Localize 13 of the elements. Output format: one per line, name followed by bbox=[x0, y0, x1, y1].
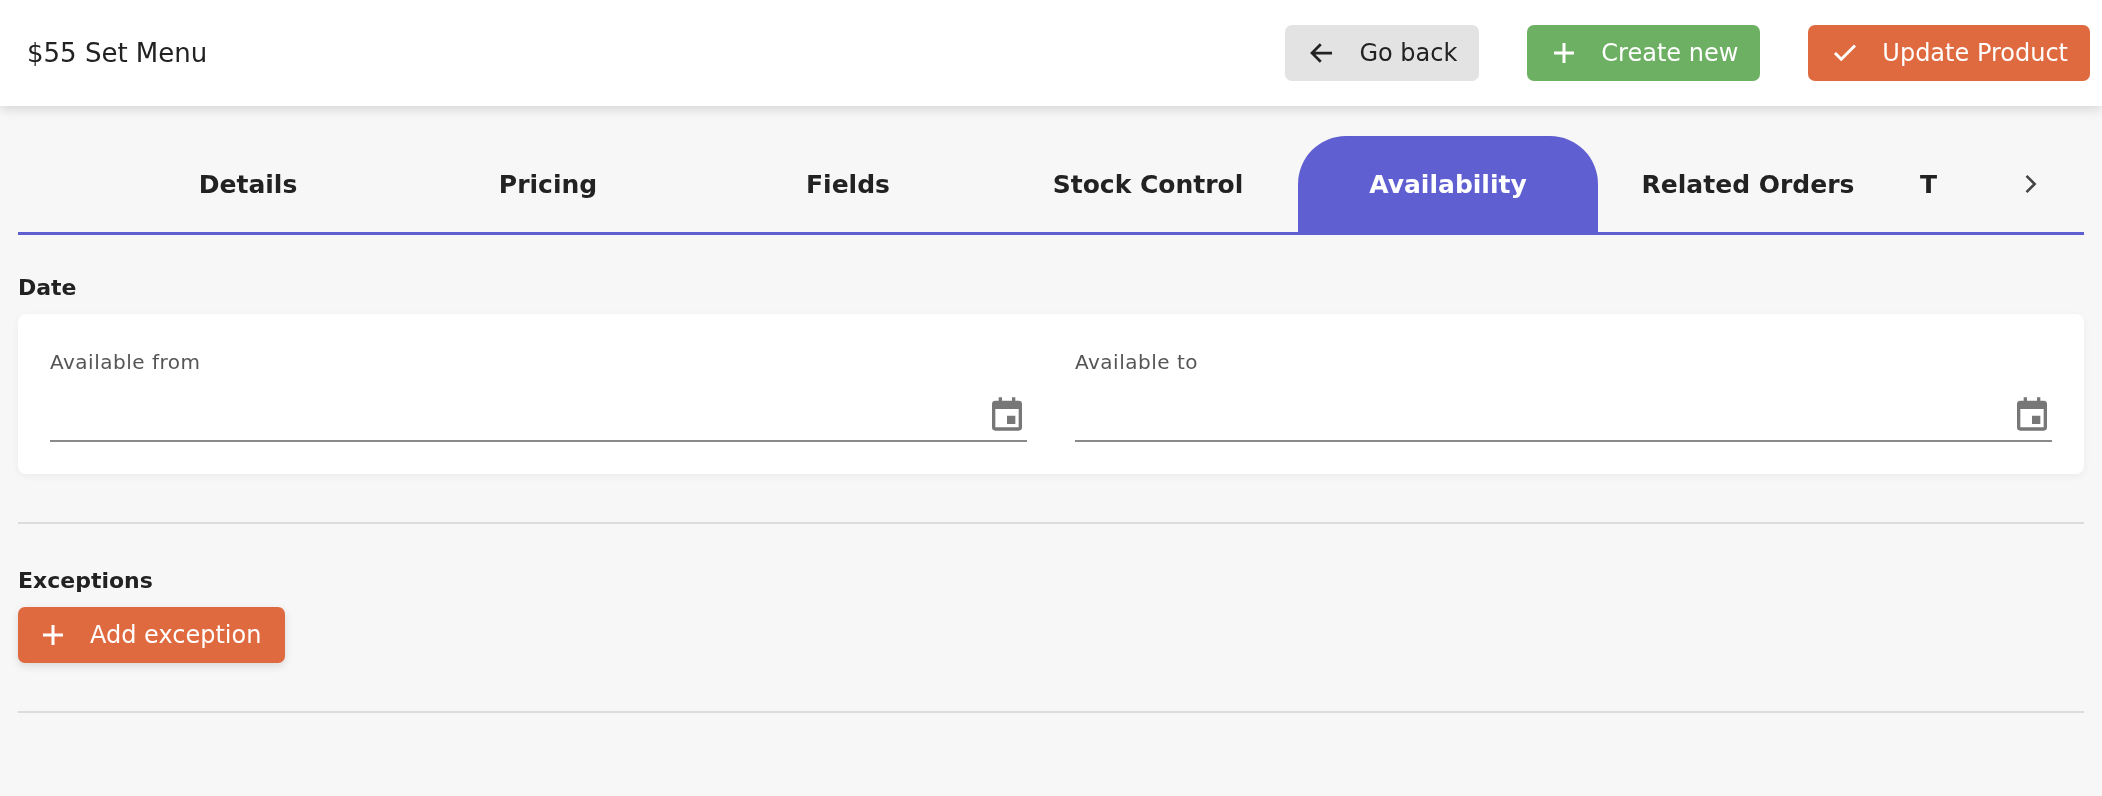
tab[interactable]: Stock Control bbox=[998, 136, 1298, 232]
tab[interactable]: Availability bbox=[1298, 136, 1598, 232]
back-button[interactable]: Go back bbox=[1285, 25, 1480, 81]
tab[interactable]: T bbox=[1898, 136, 1958, 232]
tab[interactable]: Fields bbox=[698, 136, 998, 232]
tab[interactable]: Related Orders bbox=[1598, 136, 1898, 232]
page-title: $55 Set Menu bbox=[27, 38, 209, 68]
tab[interactable]: Pricing bbox=[398, 136, 698, 232]
tab[interactable]: Details bbox=[98, 136, 398, 232]
date-field[interactable]: Available from bbox=[50, 350, 1027, 442]
section-title: Date bbox=[18, 274, 78, 302]
date-field[interactable]: Available to bbox=[1075, 350, 2052, 442]
section-title: Exceptions bbox=[18, 567, 154, 595]
